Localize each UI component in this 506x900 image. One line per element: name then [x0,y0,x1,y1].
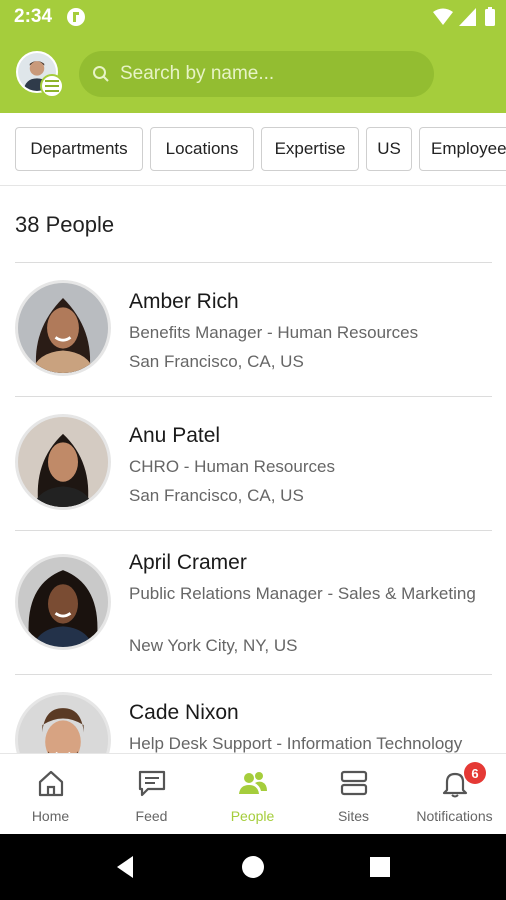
notification-count-badge: 6 [464,762,486,784]
feed-icon [138,770,166,797]
home-icon [38,770,64,797]
wifi-icon [433,8,453,25]
signal-icon [459,8,476,26]
person-row[interactable]: Cade Nixon Help Desk Support - Informati… [0,675,506,753]
search-bar[interactable] [79,51,434,97]
filter-chip-departments[interactable]: Departments [15,127,143,171]
person-avatar [15,554,111,650]
person-avatar [15,414,111,510]
app-header: 2:34 [0,0,506,113]
divider [15,396,492,397]
people-icon [239,772,267,794]
person-location: San Francisco, CA, US [129,352,304,371]
search-input[interactable] [120,63,420,85]
filter-chip-employee[interactable]: Employee [419,127,506,171]
nav-home[interactable]: Home [0,754,101,835]
person-role: Benefits Manager - Human Resources [129,323,419,342]
nav-people-label: People [230,808,275,824]
battery-icon [485,7,495,26]
divider [15,530,492,531]
nav-notifications[interactable]: 6 Notifications [404,754,505,835]
people-count: 38 People [15,212,115,237]
sites-icon [340,770,368,796]
person-name: Amber Rich [129,290,239,313]
back-icon[interactable] [113,854,139,880]
app-notification-icon [67,8,85,26]
search-icon [93,66,109,82]
status-bar: 2:34 [0,0,506,36]
recents-icon[interactable] [367,854,393,880]
person-role: CHRO - Human Resources [129,457,335,476]
filter-chip-locations[interactable]: Locations [150,127,254,171]
person-role: Public Relations Manager - Sales & Marke… [129,584,476,603]
status-time: 2:34 [14,6,53,27]
filter-chip-us[interactable]: US [366,127,412,171]
filter-chip-expertise[interactable]: Expertise [261,127,359,171]
nav-sites-label: Sites [337,808,370,824]
person-name: Anu Patel [129,424,221,447]
divider [15,262,492,263]
person-name: April Cramer [129,551,247,574]
person-name: Cade Nixon [129,701,239,724]
menu-icon[interactable] [40,74,64,98]
home-circle-icon[interactable] [240,854,266,880]
system-navigation-bar [0,834,506,900]
person-avatar [15,280,111,376]
nav-sites[interactable]: Sites [303,754,404,835]
nav-home-label: Home [31,808,70,824]
bottom-navigation: Home Feed People Sites 6 Notifications [0,753,506,834]
nav-feed-label: Feed [135,808,168,824]
person-role: Help Desk Support - Information Technolo… [129,734,463,753]
nav-notifications-label: Notifications [416,808,493,824]
filter-chips: Departments Locations Expertise US Emplo… [0,113,506,186]
nav-feed[interactable]: Feed [101,754,202,835]
person-location: San Francisco, CA, US [129,486,304,505]
nav-people[interactable]: People [202,754,303,835]
person-location: New York City, NY, US [129,636,298,655]
person-avatar [15,692,111,753]
